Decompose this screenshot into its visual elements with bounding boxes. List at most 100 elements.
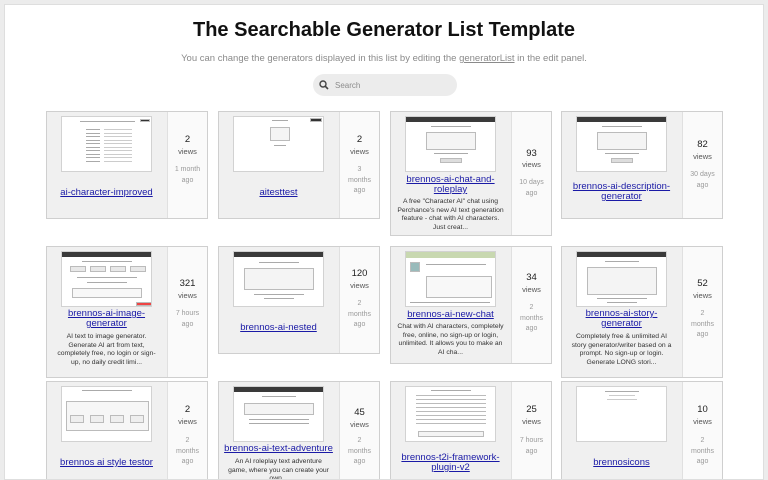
views-label: views bbox=[693, 152, 712, 161]
generator-list-link[interactable]: generatorList bbox=[459, 53, 514, 64]
views-label: views bbox=[693, 291, 712, 300]
last-edited: 2 months ago bbox=[520, 304, 543, 332]
generator-card[interactable]: brennos-ai-nested 120 views 2 months ago bbox=[218, 246, 380, 354]
page-title: The Searchable Generator List Template bbox=[193, 19, 575, 41]
stats-panel: 2 views 3 months ago bbox=[339, 112, 379, 218]
stats-panel: 321 views 7 hours ago bbox=[167, 247, 207, 377]
generator-name-link[interactable]: brennos-t2i-framework-plugin-v2 bbox=[395, 453, 506, 473]
views-label: views bbox=[693, 417, 712, 426]
generator-name-link[interactable]: ai-character-improved bbox=[51, 188, 162, 198]
generator-card[interactable]: aitesttest 2 views 3 months ago bbox=[218, 111, 380, 219]
generator-card[interactable]: brennos-ai-description-generator 82 view… bbox=[561, 111, 723, 219]
thumbnail-column: brennos-t2i-framework-plugin-v2 bbox=[391, 382, 510, 479]
stats-panel: 10 views 2 months ago bbox=[682, 382, 722, 479]
thumbnail-column: brennos-ai-nested bbox=[219, 247, 338, 353]
view-count: 45 bbox=[354, 407, 365, 418]
thumbnail-column: brennos-ai-description-generator bbox=[562, 112, 681, 218]
last-edited: 30 days ago bbox=[690, 171, 715, 189]
generator-card[interactable]: brennos-ai-new-chat Chat with AI charact… bbox=[390, 246, 552, 364]
view-count: 34 bbox=[526, 272, 537, 283]
generator-name-link[interactable]: brennos ai style testor bbox=[51, 458, 162, 468]
last-edited: 2 months ago bbox=[176, 437, 199, 465]
page-subtitle: You can change the generators displayed … bbox=[5, 53, 763, 64]
generator-thumbnail[interactable] bbox=[405, 116, 496, 172]
generator-name-link[interactable]: brennos-ai-image-generator bbox=[51, 309, 162, 329]
generator-name-link[interactable]: brennosicons bbox=[566, 458, 677, 468]
generator-card[interactable]: brennos-ai-story-generator Completely fr… bbox=[561, 246, 723, 378]
views-label: views bbox=[522, 417, 541, 426]
stats-panel: 34 views 2 months ago bbox=[511, 247, 551, 363]
thumbnail-column: brennos ai style testor bbox=[47, 382, 166, 479]
generator-description: Chat with AI characters, completely free… bbox=[397, 323, 504, 356]
generator-thumbnail[interactable] bbox=[576, 251, 667, 307]
stats-panel: 93 views 10 days ago bbox=[511, 112, 551, 235]
generator-name-link[interactable]: brennos-ai-story-generator bbox=[566, 309, 677, 329]
generator-card[interactable]: brennos-ai-text-adventure An AI roleplay… bbox=[218, 381, 380, 480]
last-edited: 2 months ago bbox=[691, 310, 714, 338]
stats-panel: 120 views 2 months ago bbox=[339, 247, 379, 353]
generator-description: An AI roleplay text adventure game, wher… bbox=[228, 458, 329, 480]
stats-panel: 2 views 1 month ago bbox=[167, 112, 207, 218]
views-label: views bbox=[522, 160, 541, 169]
generator-name-link[interactable]: brennos-ai-new-chat bbox=[395, 310, 506, 320]
view-count: 321 bbox=[179, 278, 196, 289]
generator-thumbnail[interactable] bbox=[233, 251, 324, 307]
generator-card[interactable]: brennosicons 10 views 2 months ago bbox=[561, 381, 723, 479]
thumbnail-column: brennos-ai-text-adventure An AI roleplay… bbox=[219, 382, 338, 480]
generator-thumbnail[interactable] bbox=[405, 251, 496, 307]
subtitle-text-before: You can change the generators displayed … bbox=[181, 53, 457, 64]
generator-name-link[interactable]: brennos-ai-nested bbox=[223, 323, 334, 333]
generator-card[interactable]: ai-character-improved 2 views 1 month ag… bbox=[46, 111, 208, 219]
generator-thumbnail[interactable] bbox=[61, 116, 152, 172]
view-count: 2 bbox=[184, 134, 191, 145]
last-edited: 10 days ago bbox=[519, 179, 544, 197]
view-count: 25 bbox=[526, 404, 537, 415]
thumbnail-column: brennos-ai-image-generator AI text to im… bbox=[47, 247, 166, 377]
generator-card[interactable]: brennos-ai-chat-and-roleplay A free "Cha… bbox=[390, 111, 552, 236]
generator-thumbnail[interactable] bbox=[61, 386, 152, 442]
thumbnail-column: brennos-ai-chat-and-roleplay A free "Cha… bbox=[391, 112, 510, 235]
generator-thumbnail[interactable] bbox=[405, 386, 496, 442]
last-edited: 7 hours ago bbox=[175, 310, 200, 328]
generator-name-link[interactable]: aitesttest bbox=[223, 188, 334, 198]
views-label: views bbox=[350, 420, 369, 429]
view-count: 10 bbox=[697, 404, 708, 415]
search-input[interactable]: Search bbox=[313, 74, 457, 96]
stats-panel: 82 views 30 days ago bbox=[682, 112, 722, 218]
generator-card[interactable]: brennos-ai-image-generator AI text to im… bbox=[46, 246, 208, 378]
generator-card[interactable]: brennos-t2i-framework-plugin-v2 25 views… bbox=[390, 381, 552, 479]
generator-thumbnail[interactable] bbox=[576, 116, 667, 172]
subtitle-text-after: in the edit panel. bbox=[517, 53, 587, 64]
last-edited: 2 months ago bbox=[691, 437, 714, 465]
search-placeholder: Search bbox=[335, 80, 361, 90]
view-count: 93 bbox=[526, 148, 537, 159]
views-label: views bbox=[522, 285, 541, 294]
view-count: 52 bbox=[697, 278, 708, 289]
last-edited: 3 months ago bbox=[348, 166, 371, 194]
view-count: 82 bbox=[697, 139, 708, 150]
views-label: views bbox=[178, 291, 197, 300]
stats-panel: 2 views 2 months ago bbox=[167, 382, 207, 479]
last-edited: 7 hours ago bbox=[519, 437, 544, 455]
generator-thumbnail[interactable] bbox=[576, 386, 667, 442]
thumbnail-column: brennosicons bbox=[562, 382, 681, 479]
generator-thumbnail[interactable] bbox=[233, 386, 324, 442]
last-edited: 1 month ago bbox=[174, 166, 201, 184]
generator-card[interactable]: brennos ai style testor 2 views 2 months… bbox=[46, 381, 208, 479]
generator-name-link[interactable]: brennos-ai-description-generator bbox=[566, 182, 677, 202]
thumbnail-column: brennos-ai-new-chat Chat with AI charact… bbox=[391, 247, 510, 363]
generator-name-link[interactable]: brennos-ai-text-adventure bbox=[223, 444, 334, 454]
generator-name-link[interactable]: brennos-ai-chat-and-roleplay bbox=[395, 175, 506, 195]
thumbnail-column: brennos-ai-story-generator Completely fr… bbox=[562, 247, 681, 377]
view-count: 2 bbox=[184, 404, 191, 415]
stats-panel: 52 views 2 months ago bbox=[682, 247, 722, 377]
generator-thumbnail[interactable] bbox=[233, 116, 324, 172]
stats-panel: 25 views 7 hours ago bbox=[511, 382, 551, 479]
stats-panel: 45 views 2 months ago bbox=[339, 382, 379, 479]
thumbnail-column: aitesttest bbox=[219, 112, 338, 218]
views-label: views bbox=[350, 281, 369, 290]
generator-description: Completely free & unlimited AI story gen… bbox=[571, 333, 672, 366]
views-label: views bbox=[178, 147, 197, 156]
generator-thumbnail[interactable] bbox=[61, 251, 152, 307]
generator-description: A free "Character AI" chat using Perchan… bbox=[397, 198, 504, 231]
